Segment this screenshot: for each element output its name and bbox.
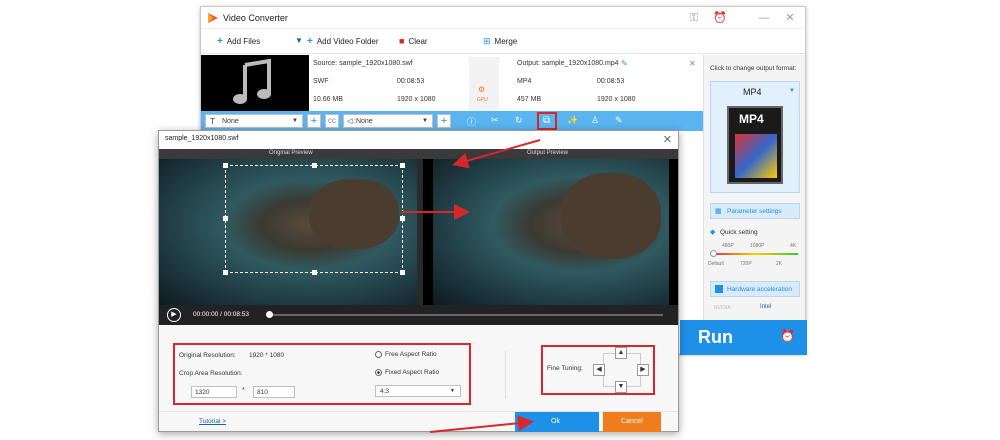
annotation-arrows [402,139,541,433]
arrow-crop-to-output [452,139,541,169]
arrow-ok [429,415,534,433]
